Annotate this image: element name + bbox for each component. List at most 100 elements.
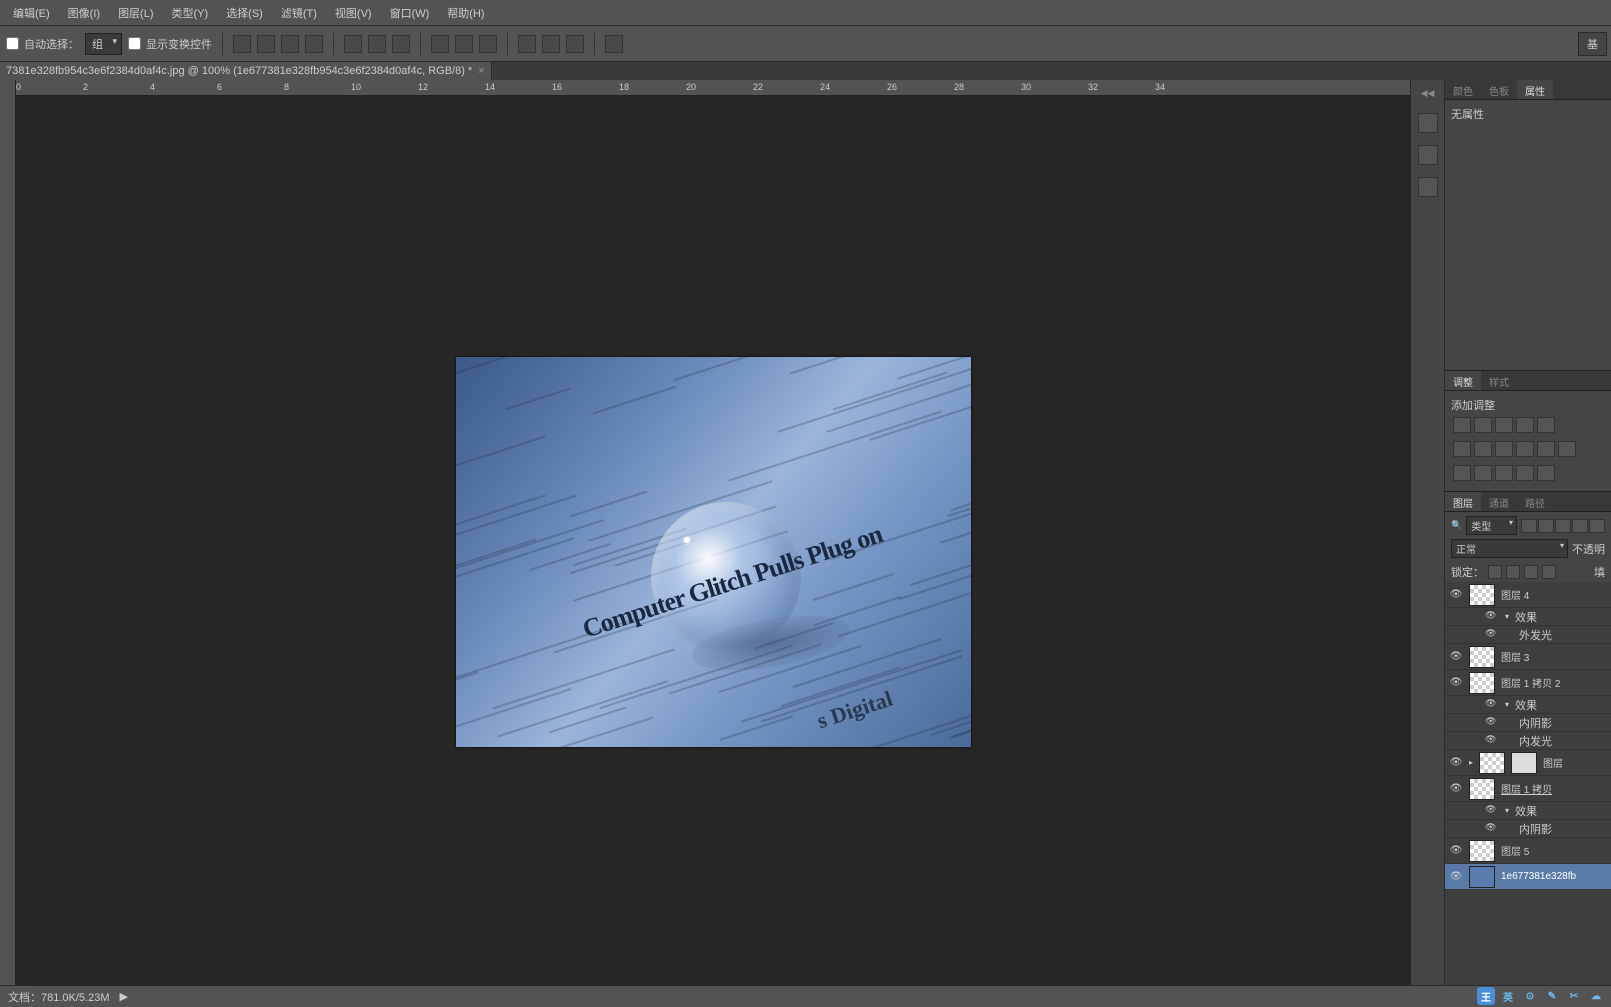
distribute-icon[interactable] xyxy=(566,35,584,53)
menu-type[interactable]: 类型(Y) xyxy=(163,1,218,25)
ime-tool-icon[interactable]: ⊙ xyxy=(1521,987,1539,1005)
hue-adjustment-icon[interactable] xyxy=(1453,441,1471,457)
layer-effect-row[interactable]: 👁外发光 xyxy=(1445,626,1611,644)
tab-color[interactable]: 颜色 xyxy=(1445,80,1481,99)
bw-adjustment-icon[interactable] xyxy=(1495,441,1513,457)
layer-effect-row[interactable]: 👁内发光 xyxy=(1445,732,1611,750)
visibility-icon[interactable]: 👁 xyxy=(1449,844,1463,858)
ime-icon[interactable]: 王 xyxy=(1477,987,1495,1005)
distribute-icon[interactable] xyxy=(479,35,497,53)
layer-thumbnail[interactable] xyxy=(1469,584,1495,606)
curves-adjustment-icon[interactable] xyxy=(1495,417,1513,433)
layer-row[interactable]: 👁1e677381e328fb xyxy=(1445,864,1611,890)
brightness-adjustment-icon[interactable] xyxy=(1453,417,1471,433)
visibility-icon[interactable]: 👁 xyxy=(1485,822,1499,836)
close-icon[interactable]: × xyxy=(478,65,484,77)
lock-position-icon[interactable] xyxy=(1524,565,1538,579)
layer-thumbnail[interactable] xyxy=(1469,778,1495,800)
show-transform-checkbox[interactable]: 显示变换控件 xyxy=(128,36,212,52)
layer-effect-row[interactable]: 👁内阴影 xyxy=(1445,714,1611,732)
menu-filter[interactable]: 滤镜(T) xyxy=(272,1,326,25)
layer-row[interactable]: 👁图层 3 xyxy=(1445,644,1611,670)
visibility-icon[interactable]: 👁 xyxy=(1449,650,1463,664)
tab-properties[interactable]: 属性 xyxy=(1517,80,1553,99)
ime-tool-icon[interactable]: ✎ xyxy=(1543,987,1561,1005)
gradient-adjustment-icon[interactable] xyxy=(1516,465,1534,481)
balance-adjustment-icon[interactable] xyxy=(1474,441,1492,457)
filter-type-icon[interactable] xyxy=(1555,519,1571,533)
filter-smart-icon[interactable] xyxy=(1589,519,1605,533)
threshold-adjustment-icon[interactable] xyxy=(1495,465,1513,481)
layer-filter-dropdown[interactable]: 类型 xyxy=(1466,516,1517,535)
selective-adjustment-icon[interactable] xyxy=(1537,465,1555,481)
auto-select-dropdown[interactable]: 组 xyxy=(85,33,122,55)
layer-row[interactable]: 👁▸图层 xyxy=(1445,750,1611,776)
layer-effect-row[interactable]: 👁▾效果 xyxy=(1445,608,1611,626)
tab-swatches[interactable]: 色板 xyxy=(1481,80,1517,99)
levels-adjustment-icon[interactable] xyxy=(1474,417,1492,433)
exposure-adjustment-icon[interactable] xyxy=(1516,417,1534,433)
auto-select-checkbox[interactable]: 自动选择： xyxy=(6,36,79,52)
layer-thumbnail[interactable] xyxy=(1469,866,1495,888)
posterize-adjustment-icon[interactable] xyxy=(1474,465,1492,481)
status-arrow-icon[interactable]: ▶ xyxy=(120,990,128,1003)
menu-select[interactable]: 选择(S) xyxy=(217,1,272,25)
distribute-icon[interactable] xyxy=(455,35,473,53)
tab-styles[interactable]: 样式 xyxy=(1481,371,1517,390)
visibility-icon[interactable]: 👁 xyxy=(1485,716,1499,730)
layer-effect-row[interactable]: 👁内阴影 xyxy=(1445,820,1611,838)
menu-edit[interactable]: 编辑(E) xyxy=(4,1,59,25)
tab-adjustments[interactable]: 调整 xyxy=(1445,371,1481,390)
mask-thumbnail[interactable] xyxy=(1511,752,1537,774)
visibility-icon[interactable]: 👁 xyxy=(1485,628,1499,642)
visibility-icon[interactable]: 👁 xyxy=(1449,756,1463,770)
menu-image[interactable]: 图像(I) xyxy=(59,1,109,25)
distribute-icon[interactable] xyxy=(431,35,449,53)
layer-row[interactable]: 👁图层 4 xyxy=(1445,582,1611,608)
layer-thumbnail[interactable] xyxy=(1469,840,1495,862)
filter-adjust-icon[interactable] xyxy=(1538,519,1554,533)
blend-mode-dropdown[interactable]: 正常 xyxy=(1451,539,1568,558)
layer-effect-row[interactable]: 👁▾效果 xyxy=(1445,696,1611,714)
canvas[interactable]: Computer Glitch Pulls Plug on s Digital xyxy=(16,96,1410,1007)
layer-thumbnail[interactable] xyxy=(1469,646,1495,668)
vibrance-adjustment-icon[interactable] xyxy=(1537,417,1555,433)
visibility-icon[interactable]: 👁 xyxy=(1485,698,1499,712)
history-panel-icon[interactable] xyxy=(1418,113,1438,133)
layer-row[interactable]: 👁图层 1 拷贝 xyxy=(1445,776,1611,802)
ime-tool-icon[interactable]: ☁ xyxy=(1587,987,1605,1005)
filter-pixel-icon[interactable] xyxy=(1521,519,1537,533)
visibility-icon[interactable]: 👁 xyxy=(1485,610,1499,624)
workspace-button[interactable]: 基 xyxy=(1578,32,1607,56)
lock-all-icon[interactable] xyxy=(1542,565,1556,579)
ime-tool-icon[interactable]: ✂ xyxy=(1565,987,1583,1005)
align-icon[interactable] xyxy=(392,35,410,53)
menu-view[interactable]: 视图(V) xyxy=(326,1,381,25)
visibility-icon[interactable]: 👁 xyxy=(1449,870,1463,884)
layer-effect-row[interactable]: 👁▾效果 xyxy=(1445,802,1611,820)
visibility-icon[interactable]: 👁 xyxy=(1485,804,1499,818)
tab-layers[interactable]: 图层 xyxy=(1445,492,1481,511)
layer-thumbnail[interactable] xyxy=(1469,672,1495,694)
actions-panel-icon[interactable] xyxy=(1418,145,1438,165)
3d-mode-icon[interactable] xyxy=(605,35,623,53)
properties-panel-icon[interactable] xyxy=(1418,177,1438,197)
distribute-icon[interactable] xyxy=(542,35,560,53)
photofilter-adjustment-icon[interactable] xyxy=(1516,441,1534,457)
tab-paths[interactable]: 路径 xyxy=(1517,492,1553,511)
menu-layer[interactable]: 图层(L) xyxy=(109,1,162,25)
menu-help[interactable]: 帮助(H) xyxy=(438,1,493,25)
layer-thumbnail[interactable] xyxy=(1479,752,1505,774)
ime-lang-icon[interactable]: 英 xyxy=(1499,987,1517,1005)
lock-pixels-icon[interactable] xyxy=(1506,565,1520,579)
mixer-adjustment-icon[interactable] xyxy=(1537,441,1555,457)
visibility-icon[interactable]: 👁 xyxy=(1485,734,1499,748)
filter-shape-icon[interactable] xyxy=(1572,519,1588,533)
lock-transparency-icon[interactable] xyxy=(1488,565,1502,579)
lookup-adjustment-icon[interactable] xyxy=(1558,441,1576,457)
align-icon[interactable] xyxy=(344,35,362,53)
align-icon[interactable] xyxy=(305,35,323,53)
distribute-icon[interactable] xyxy=(518,35,536,53)
align-icon[interactable] xyxy=(281,35,299,53)
layer-row[interactable]: 👁图层 5 xyxy=(1445,838,1611,864)
